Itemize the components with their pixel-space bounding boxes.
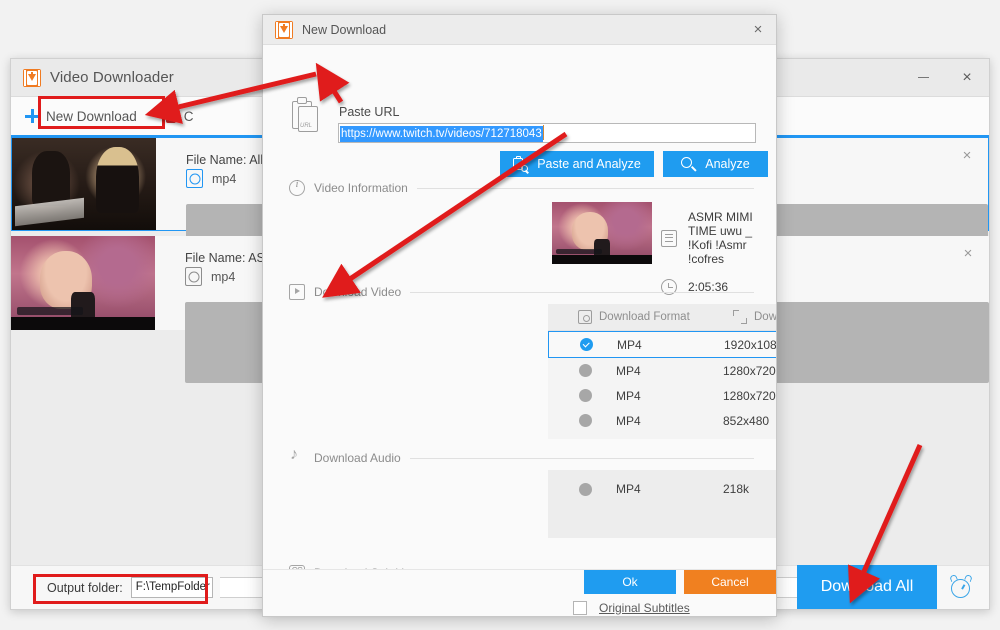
column-label: Download Format: [599, 311, 690, 323]
clear-label: C: [183, 108, 194, 124]
scheduler-button[interactable]: [937, 565, 985, 609]
paste-and-analyze-label: Paste and Analyze: [537, 157, 641, 171]
video-file-icon: [186, 169, 203, 188]
format-label: mp4: [212, 171, 237, 186]
ok-label: Ok: [622, 575, 638, 589]
video-information-section-header: Video Information: [289, 179, 754, 196]
video-icon: [289, 284, 305, 300]
new-download-label: New Download: [46, 108, 137, 124]
output-folder-label: Output folder:: [47, 580, 123, 595]
cancel-button[interactable]: Cancel: [684, 570, 776, 594]
dialog-title: New Download: [302, 22, 387, 37]
disc-icon: [578, 310, 592, 324]
cell-resolution: 1280x720: [723, 388, 776, 403]
original-subtitles-label[interactable]: Original Subtitles: [599, 601, 690, 615]
file-name: File Name: All o: [186, 153, 274, 167]
table-row[interactable]: MP4 1920x1080 --: [548, 331, 777, 358]
video-file-icon: [185, 267, 202, 286]
cancel-label: Cancel: [711, 575, 749, 589]
alarm-clock-icon: [949, 573, 973, 598]
url-input-value: https://www.twitch.tv/videos/712718043: [340, 126, 543, 142]
cell-format: MP4: [616, 482, 641, 496]
row-radio[interactable]: [579, 414, 592, 427]
info-icon: [289, 179, 305, 196]
download-all-button[interactable]: Download All: [797, 565, 937, 609]
screenshot-root: Video Downloader × New Download C File N…: [0, 0, 1000, 630]
column-header-format: Download Format: [548, 310, 733, 324]
thumbnail: [11, 236, 155, 330]
paste-and-analyze-button[interactable]: Paste and Analyze: [500, 151, 654, 177]
clipboard-url-icon: URL: [289, 95, 321, 133]
music-note-icon: [289, 446, 305, 466]
close-icon: ×: [753, 21, 763, 38]
minimize-button[interactable]: [901, 59, 945, 96]
url-input[interactable]: https://www.twitch.tv/videos/712718043: [338, 123, 756, 143]
analyze-button[interactable]: Analyze: [663, 151, 768, 177]
dialog-close-button[interactable]: ×: [740, 15, 776, 44]
download-video-label: Download Video: [314, 285, 402, 299]
app-download-icon: [23, 68, 41, 87]
divider: [410, 291, 754, 293]
original-subtitles-checkbox[interactable]: [573, 600, 587, 615]
audio-format-table[interactable]: MP4 218k --: [548, 470, 776, 538]
search-icon: [681, 156, 697, 172]
video-title: ASMR MIMI TIME uwu _ !Kofi !Asmr !cofres: [688, 210, 753, 266]
download-audio-label: Download Audio: [314, 451, 401, 465]
ok-button[interactable]: Ok: [584, 570, 676, 594]
video-title-row: ASMR MIMI TIME uwu _ !Kofi !Asmr !cofres: [661, 210, 776, 266]
cell-resolution: 1280x720: [723, 363, 776, 378]
table-header: Download Format Download Resolution Size: [548, 304, 777, 331]
trash-icon: [164, 109, 177, 123]
dialog-footer: Ok Cancel: [263, 569, 776, 594]
dialog-body: URL Paste URL https://www.twitch.tv/vide…: [263, 45, 777, 615]
row-radio[interactable]: [580, 338, 593, 351]
subtitle-options-row: Original Subtitles Language rechat: [573, 597, 776, 616]
column-header-resolution: Download Resolution: [733, 310, 777, 324]
remove-item-button[interactable]: ×: [959, 244, 977, 262]
row-radio[interactable]: [579, 389, 592, 402]
close-button[interactable]: ×: [945, 59, 989, 96]
video-thumbnail: [552, 202, 652, 264]
cell-resolution: 1920x1080: [724, 337, 777, 352]
download-all-label: Download All: [820, 578, 914, 595]
table-row[interactable]: MP4 1280x720 --: [548, 383, 776, 408]
cell-format: MP4: [616, 388, 641, 403]
cell-format: MP4: [616, 413, 641, 428]
clear-button[interactable]: C: [151, 97, 208, 135]
remove-item-button[interactable]: ×: [958, 146, 976, 164]
paste-url-label: Paste URL: [339, 105, 400, 119]
video-format-table[interactable]: Download Format Download Resolution Size…: [548, 304, 777, 439]
cell-resolution: 852x480: [723, 413, 770, 428]
cell-bitrate: 218k: [723, 482, 750, 496]
text-caret: [542, 125, 544, 140]
analyze-label: Analyze: [705, 157, 750, 171]
divider: [409, 457, 754, 459]
paste-search-icon: [513, 155, 529, 172]
new-download-dialog: New Download × URL Paste URL https://www…: [262, 14, 777, 617]
table-row[interactable]: MP4 1280x720 --: [548, 358, 776, 383]
page-title: Video Downloader: [50, 69, 174, 86]
app-download-icon: [275, 20, 293, 39]
download-video-section-header: Download Video: [289, 284, 754, 300]
divider: [416, 187, 754, 189]
thumbnail: [12, 138, 156, 230]
row-radio[interactable]: [579, 482, 592, 496]
window-controls: ×: [901, 59, 989, 96]
dialog-titlebar: New Download ×: [263, 15, 776, 45]
plus-icon: [25, 109, 39, 123]
document-icon: [661, 229, 677, 247]
table-row[interactable]: MP4 218k --: [548, 476, 776, 502]
format-label: mp4: [211, 269, 236, 284]
row-radio[interactable]: [579, 364, 592, 377]
video-information-label: Video Information: [314, 181, 408, 195]
table-row[interactable]: MP4 852x480 --: [548, 408, 776, 433]
download-audio-section-header: Download Audio: [289, 446, 754, 466]
crop-icon: [733, 310, 747, 324]
new-download-button[interactable]: New Download: [11, 97, 151, 135]
cell-format: MP4: [617, 337, 642, 352]
column-label: Download Resolution: [754, 311, 777, 323]
output-folder-input[interactable]: F:\TempFolder: [130, 577, 213, 598]
cell-format: MP4: [616, 363, 641, 378]
